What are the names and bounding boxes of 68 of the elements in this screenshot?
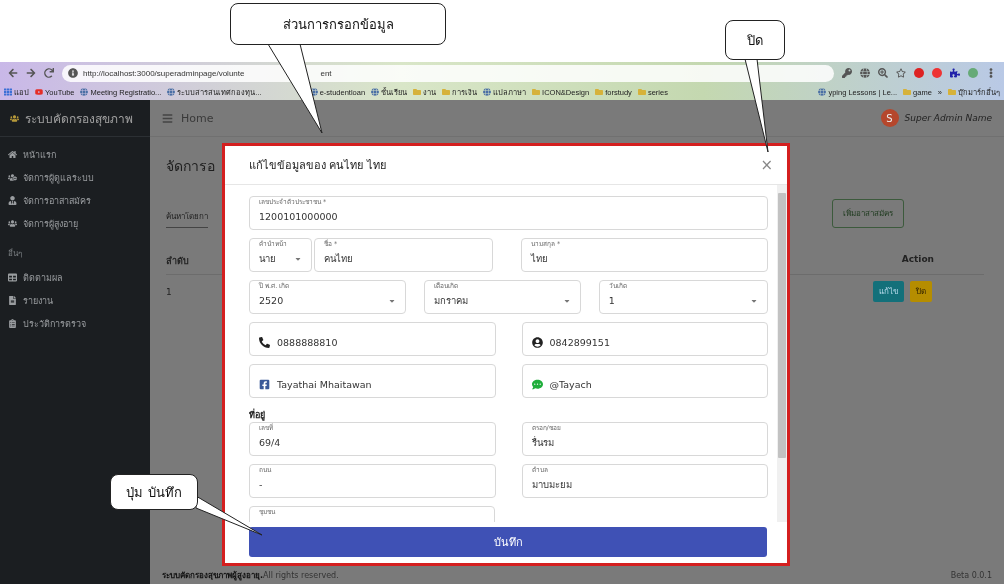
- app-brand: ระบบคัดกรองสุขภาพ: [25, 110, 133, 128]
- folder-icon: [948, 88, 956, 96]
- users-icon: [8, 219, 17, 228]
- input-field[interactable]: @Tayach: [521, 364, 768, 398]
- section-heading: ที่อยู่: [249, 410, 266, 421]
- info-icon: [68, 68, 78, 78]
- folder-icon: [413, 88, 422, 96]
- star-icon[interactable]: [896, 68, 906, 78]
- search-field[interactable]: ค้นหาโดยกา: [166, 210, 208, 228]
- chat-icon: [531, 379, 543, 390]
- home-icon: [8, 150, 17, 159]
- column-header: Action: [901, 254, 934, 266]
- input-field[interactable]: Tayathai Mhaitawan: [249, 364, 496, 398]
- callout: ปุ่ม บันทึก: [110, 474, 198, 510]
- close-button[interactable]: ×: [756, 156, 777, 174]
- folder-icon: [442, 88, 451, 96]
- avatar[interactable]: S: [880, 109, 899, 127]
- edit-button[interactable]: แก้ไข: [873, 281, 904, 302]
- table-icon: [8, 273, 17, 282]
- zoom-icon[interactable]: [878, 68, 888, 78]
- folder-icon: [532, 88, 541, 96]
- video-icon: [35, 88, 43, 96]
- callout: ส่วนการกรอกข้อมูล: [230, 3, 446, 45]
- folder-icon: [903, 88, 912, 96]
- globe-icon[interactable]: [860, 68, 870, 78]
- phone-icon: [259, 337, 270, 348]
- folder-icon: [595, 88, 604, 96]
- menu-icon[interactable]: [162, 112, 173, 124]
- dialog-title: แก้ไขข้อมูลของ คนไทย ไทย: [249, 158, 386, 174]
- globe-icon: [483, 88, 492, 96]
- sidebar-section: อื่นๆ: [0, 241, 150, 260]
- sidebar-item[interactable]: จัดการอาสาสมัคร: [8, 191, 142, 210]
- file-icon: [8, 296, 17, 305]
- close-button[interactable]: ปิด: [910, 281, 932, 302]
- globe-icon: [80, 88, 89, 96]
- sidebar-item[interactable]: รายงาน: [8, 291, 142, 310]
- user-tie-icon: [8, 196, 17, 205]
- scrollbar[interactable]: [777, 185, 787, 522]
- sidebar-item[interactable]: ประวัติการตรวจ: [8, 314, 142, 333]
- back-icon[interactable]: [8, 68, 18, 78]
- sidebar-item[interactable]: หน้าแรก: [8, 145, 142, 164]
- user-icon: [531, 337, 543, 348]
- column-header: ลำดับ: [166, 255, 189, 268]
- sidebar-item[interactable]: จัดการผู้สูงอายุ: [8, 214, 142, 233]
- apps-icon: [4, 88, 12, 96]
- folder-icon: [637, 88, 646, 96]
- version-text: Beta 0.0.1: [950, 570, 992, 580]
- forward-icon[interactable]: [26, 68, 36, 78]
- user-name: Super Admin Name: [904, 113, 992, 123]
- save-button[interactable]: บันทึก: [249, 527, 767, 557]
- reload-icon[interactable]: [44, 68, 54, 78]
- input-field[interactable]: 0888888810: [249, 322, 496, 356]
- sidebar-item[interactable]: จัดการผู้ดูแลระบบ: [8, 168, 142, 187]
- table-cell: 1: [166, 286, 172, 297]
- key-icon[interactable]: [842, 68, 852, 78]
- callout: ปิด: [725, 20, 785, 60]
- users-gear-icon: [8, 173, 17, 182]
- puzzle-icon[interactable]: [950, 68, 960, 78]
- sidebar-item[interactable]: ติดตามผล: [8, 268, 142, 287]
- users-icon: [10, 113, 19, 123]
- clipboard-icon: [8, 319, 17, 328]
- page-title: จัดการอ: [166, 157, 215, 176]
- globe-icon: [167, 88, 176, 96]
- globe-icon: [818, 88, 827, 96]
- globe-icon: [371, 88, 380, 96]
- facebook-icon: [259, 379, 270, 390]
- input-field[interactable]: 0842899151: [521, 322, 768, 356]
- footer-text: ระบบคัดกรองสุขภาพผู้สูงอายุ.All rights reserved.: [162, 569, 339, 582]
